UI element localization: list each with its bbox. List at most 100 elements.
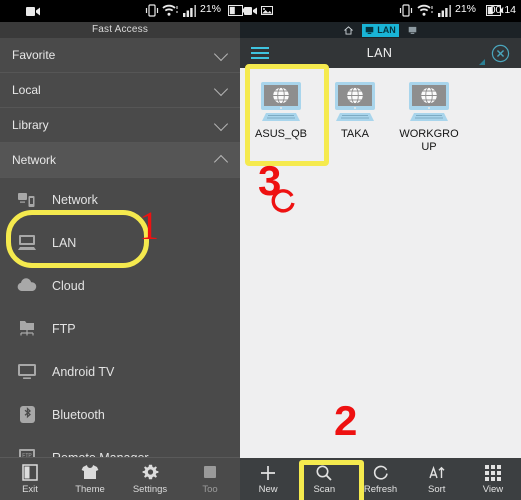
image-icon — [261, 6, 273, 15]
sidebar-section-label: Favorite — [12, 48, 56, 62]
battery-icon — [228, 5, 245, 16]
sidebar-item-label: Network — [52, 192, 98, 207]
grid-view-icon — [484, 464, 501, 482]
left-status-bar: 21% — [0, 0, 245, 22]
sidebar-item-label: Android TV — [52, 364, 115, 379]
drawer-action-label: Exit — [22, 484, 38, 495]
sidebar-section-local[interactable]: Local — [0, 73, 240, 108]
drawer-action-tools[interactable]: Too — [180, 458, 240, 500]
drawer-action-label: Theme — [75, 484, 105, 495]
tab-home[interactable] — [341, 24, 356, 37]
vibrate-icon — [399, 4, 413, 17]
chevron-down-icon — [213, 46, 229, 62]
drawer-action-label: Too — [202, 484, 218, 495]
exit-icon — [22, 463, 38, 481]
cloud-icon — [12, 275, 42, 297]
bottom-action-new[interactable]: New — [240, 458, 296, 500]
close-circle-icon[interactable] — [479, 44, 521, 63]
drawer-scroll-area[interactable]: Favorite Local Library Network Network L… — [0, 38, 240, 458]
clock-label: 00:14 — [489, 4, 516, 16]
chevron-down-icon — [213, 116, 229, 132]
monitor-icon — [365, 26, 374, 34]
drawer-action-theme[interactable]: Theme — [60, 458, 120, 500]
sidebar-item-android-tv[interactable]: Android TV — [0, 350, 240, 393]
drawer-action-label: Settings — [132, 484, 168, 495]
host-grid: ASUS_QB TAKA WORKGROUP — [240, 68, 521, 158]
phone-screen: 21% 00:14 LAN LAN ASUS_QB TAKA WORKGROUP… — [0, 0, 521, 500]
host-name-label: WORKGROUP — [399, 128, 459, 153]
network-icon — [12, 189, 42, 211]
wifi-icon — [417, 4, 433, 16]
sidebar-section-label: Library — [12, 118, 49, 132]
bottom-action-label: New — [258, 483, 278, 495]
bottom-action-label: Refresh — [363, 483, 398, 495]
computer-globe-icon — [335, 82, 375, 121]
vibrate-icon — [145, 4, 159, 17]
sidebar-section-label: Network — [12, 153, 57, 167]
computer-globe-icon — [409, 82, 449, 121]
fast-access-drawer: 21% Fast Access Favorite Local Library N… — [0, 0, 245, 500]
app-toolbar: LAN — [240, 38, 521, 68]
tools-icon — [202, 463, 218, 481]
host-item-asus-qb[interactable]: ASUS_QB — [244, 74, 318, 158]
signal-icon — [438, 5, 451, 17]
tab-lan-label: LAN — [377, 24, 396, 35]
home-icon — [344, 25, 354, 35]
sidebar-item-remote-manager[interactable]: FTP Remote Manager — [0, 436, 240, 458]
tv-icon — [12, 361, 42, 383]
chevron-up-icon — [213, 153, 229, 170]
sidebar-item-bluetooth[interactable]: Bluetooth — [0, 393, 240, 436]
app-bottom-bar: New Scan Refresh Sort View — [240, 458, 521, 500]
tab-monitor-2[interactable] — [405, 24, 420, 37]
drawer-bottom-bar: Exit Theme Settings Too — [0, 457, 240, 500]
monitor-icon — [408, 26, 417, 34]
sidebar-section-label: Local — [12, 83, 41, 97]
sidebar-item-cloud[interactable]: Cloud — [0, 264, 240, 307]
tab-lan[interactable]: LAN — [362, 23, 399, 37]
wifi-icon — [162, 4, 178, 16]
bottom-action-refresh[interactable]: Refresh — [352, 458, 408, 500]
lan-host-grid-panel: ASUS_QB TAKA WORKGROUP — [240, 68, 521, 458]
sidebar-section-favorite[interactable]: Favorite — [0, 38, 240, 73]
video-camera-icon — [244, 7, 257, 15]
drawer-action-settings[interactable]: Settings — [120, 458, 180, 500]
bottom-action-label: Scan — [313, 483, 336, 495]
drawer-action-exit[interactable]: Exit — [0, 458, 60, 500]
right-status-bar: 21% 00:14 — [240, 0, 521, 22]
plus-icon — [259, 464, 277, 482]
lan-monitor-icon — [12, 232, 42, 254]
sidebar-item-label: FTP — [52, 321, 76, 336]
signal-icon — [183, 5, 196, 17]
chevron-down-icon — [213, 81, 229, 97]
sidebar-item-label: Cloud — [52, 278, 85, 293]
drawer-title: Fast Access — [0, 22, 240, 38]
computer-globe-icon — [261, 82, 301, 121]
bottom-action-label: View — [482, 483, 504, 495]
battery-percent-label: 21% — [455, 3, 477, 15]
hamburger-icon[interactable] — [240, 47, 280, 59]
refresh-icon — [372, 464, 390, 482]
host-name-label: ASUS_QB — [255, 128, 307, 140]
sidebar-item-ftp[interactable]: FTP — [0, 307, 240, 350]
host-name-label: TAKA — [341, 128, 369, 140]
sidebar-item-lan[interactable]: LAN — [0, 221, 240, 264]
gear-icon — [142, 463, 159, 481]
ftp-icon — [12, 318, 42, 340]
resize-handle-icon[interactable] — [479, 59, 485, 65]
sidebar-section-library[interactable]: Library — [0, 108, 240, 143]
search-icon — [315, 464, 333, 482]
bottom-action-scan[interactable]: Scan — [296, 458, 352, 500]
sidebar-item-label: LAN — [52, 235, 77, 250]
sidebar-section-network[interactable]: Network — [0, 143, 240, 178]
theme-shirt-icon — [81, 463, 99, 481]
battery-percent-label: 21% — [200, 3, 222, 15]
host-item-taka[interactable]: TAKA — [318, 74, 392, 158]
bottom-action-view[interactable]: View — [465, 458, 521, 500]
bottom-action-sort[interactable]: Sort — [409, 458, 465, 500]
app-tab-strip[interactable]: LAN — [240, 22, 521, 38]
sidebar-item-network[interactable]: Network — [0, 178, 240, 221]
app-title: LAN — [366, 46, 393, 60]
bluetooth-icon — [12, 404, 42, 426]
host-item-workgroup[interactable]: WORKGROUP — [392, 74, 466, 158]
sidebar-item-label: Bluetooth — [52, 407, 105, 422]
